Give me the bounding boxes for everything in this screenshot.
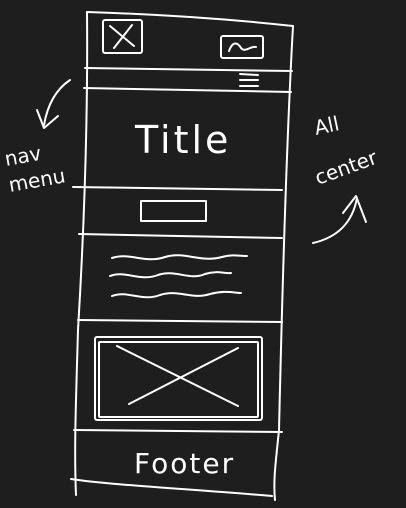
button-divider bbox=[78, 233, 283, 239]
wireframe-sketch: Title Footer nav menu All center bbox=[0, 0, 406, 508]
page-title: Title bbox=[134, 118, 231, 162]
button-placeholder bbox=[140, 200, 207, 222]
hero-image-placeholder-icon bbox=[94, 336, 263, 421]
logo-placeholder-icon bbox=[102, 19, 143, 54]
nav-menu-annotation: nav menu bbox=[3, 79, 71, 197]
footer-section: Footer bbox=[73, 429, 283, 480]
title-section: Title bbox=[72, 118, 283, 191]
text-line bbox=[109, 271, 232, 279]
text-block bbox=[77, 254, 283, 323]
text-line bbox=[111, 290, 242, 299]
note-center: center bbox=[312, 145, 381, 190]
nav-bar bbox=[83, 67, 293, 93]
arrow-shaft bbox=[43, 79, 71, 126]
phone-right-edge bbox=[273, 25, 294, 501]
phone-left-edge bbox=[74, 11, 89, 496]
footer-divider bbox=[73, 429, 283, 433]
text-divider bbox=[77, 319, 283, 323]
sketch-svg: Title Footer nav menu All center bbox=[3, 11, 381, 501]
note-nav: nav bbox=[3, 141, 44, 171]
note-all: All bbox=[312, 111, 341, 140]
hamburger-menu-icon bbox=[239, 73, 259, 87]
phone-bottom-edge bbox=[70, 478, 273, 497]
text-line bbox=[111, 254, 248, 261]
title-divider bbox=[72, 186, 283, 191]
all-center-annotation: All center bbox=[312, 111, 381, 244]
button-section bbox=[78, 200, 283, 239]
footer-label: Footer bbox=[134, 447, 235, 480]
image-icon bbox=[220, 35, 264, 59]
